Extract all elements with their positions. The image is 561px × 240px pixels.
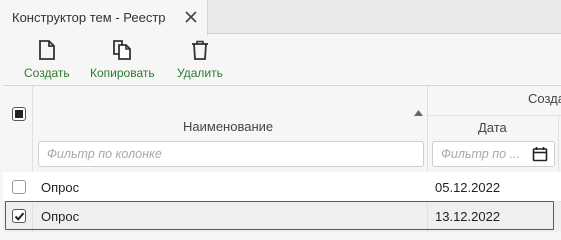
cell-date: 13.12.2022: [435, 209, 501, 224]
tab-bar: Конструктор тем - Реестр: [0, 0, 561, 35]
column-header-name[interactable]: Наименование: [183, 119, 273, 134]
toolbar: Создать Копировать Удалить: [0, 35, 561, 85]
calendar-icon[interactable]: [532, 146, 548, 162]
tab-title: Конструктор тем - Реестр: [12, 10, 166, 25]
delete-button-label: Удалить: [177, 66, 223, 80]
trash-icon: [191, 40, 208, 60]
create-button-label: Создать: [24, 66, 70, 80]
select-all-checkbox[interactable]: [12, 107, 26, 121]
column-divider: [427, 202, 428, 232]
group-header-label: Созда: [528, 91, 561, 106]
copy-icon: [113, 40, 132, 60]
column-divider: [32, 202, 33, 232]
tab-registry[interactable]: Конструктор тем - Реестр: [0, 0, 208, 35]
row-checkbox[interactable]: [12, 180, 26, 194]
checkmark-icon: [14, 212, 25, 221]
sort-asc-icon[interactable]: [414, 110, 423, 116]
column-header-date[interactable]: Дата: [478, 120, 507, 135]
row-checkbox-checked[interactable]: [12, 209, 26, 223]
copy-button[interactable]: Копировать: [90, 40, 155, 80]
new-document-icon: [38, 40, 55, 60]
close-icon[interactable]: [184, 10, 198, 24]
delete-button[interactable]: Удалить: [177, 40, 223, 80]
cell-name: Опрос: [41, 180, 80, 195]
data-grid: Созда Наименование Дата Опрос 05.12.2022…: [3, 85, 561, 232]
cell-name: Опрос: [41, 209, 80, 224]
create-button[interactable]: Создать: [24, 40, 70, 80]
copy-button-label: Копировать: [90, 66, 155, 80]
cell-date: 05.12.2022: [435, 180, 501, 195]
group-header-divider: [427, 115, 561, 116]
name-filter-input[interactable]: [38, 141, 424, 167]
